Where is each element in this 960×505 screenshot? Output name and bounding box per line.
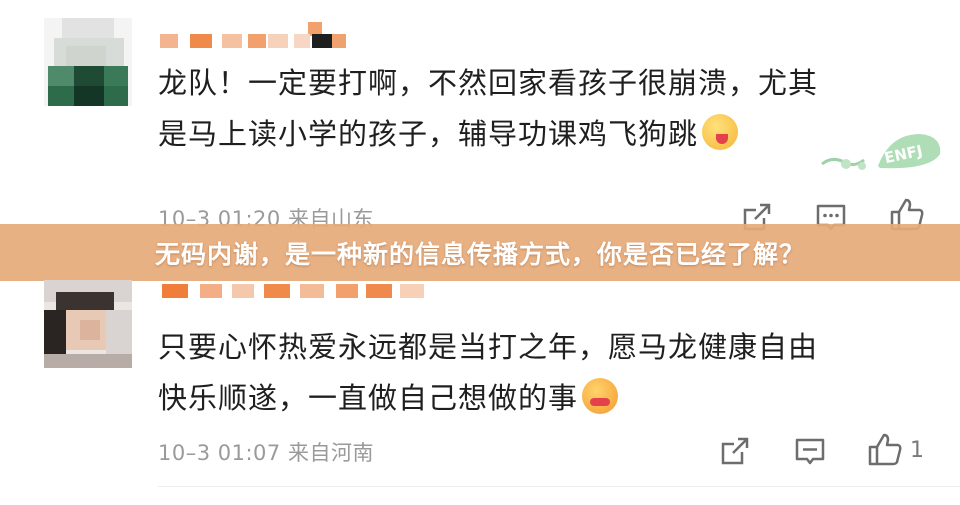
comment-line: 龙队！一定要打啊，不然回家看孩子很崩溃，尤其 (158, 66, 819, 100)
share-icon (721, 437, 749, 465)
share-button[interactable] (718, 434, 752, 468)
timestamp-location: 10–3 01:07 来自河南 (158, 441, 374, 465)
comment-icon (795, 438, 825, 465)
divider (158, 486, 960, 487)
comment-line: 只要心怀热爱永远都是当打之年，愿马龙健康自由 (158, 330, 819, 364)
avatar[interactable] (44, 280, 132, 368)
comment-line: 是马上读小学的孩子，辅导功课鸡飞狗跳 (158, 109, 918, 160)
comment-line: 快乐顺遂，一直做自己想做的事 (158, 373, 918, 424)
avatar[interactable] (44, 18, 132, 106)
comment-button[interactable] (793, 434, 827, 468)
heart-eyes-face-icon (582, 378, 619, 414)
thumbs-up-icon (868, 433, 902, 466)
comment-item: 只要心怀热爱永远都是当打之年，愿马龙健康自由 快乐顺遂，一直做自己想做的事 10… (0, 270, 960, 505)
enfj-badge-icon: ENFJ (821, 134, 941, 170)
like-button[interactable] (866, 431, 904, 469)
comment-item: 龙队！一定要打啊，不然回家看孩子很崩溃，尤其 是马上读小学的孩子，辅导功课鸡飞狗… (0, 0, 960, 250)
comment-text: 龙队！一定要打啊，不然回家看孩子很崩溃，尤其 是马上读小学的孩子，辅导功课鸡飞狗… (158, 58, 918, 160)
comment-text: 只要心怀热爱永远都是当打之年，愿马龙健康自由 快乐顺遂，一直做自己想做的事 (158, 322, 918, 424)
yum-face-icon (702, 114, 739, 150)
headline-text: 无码内谢，是一种新的信息传播方式，你是否已经了解？ (154, 239, 805, 269)
like-count: 1 (910, 438, 924, 463)
